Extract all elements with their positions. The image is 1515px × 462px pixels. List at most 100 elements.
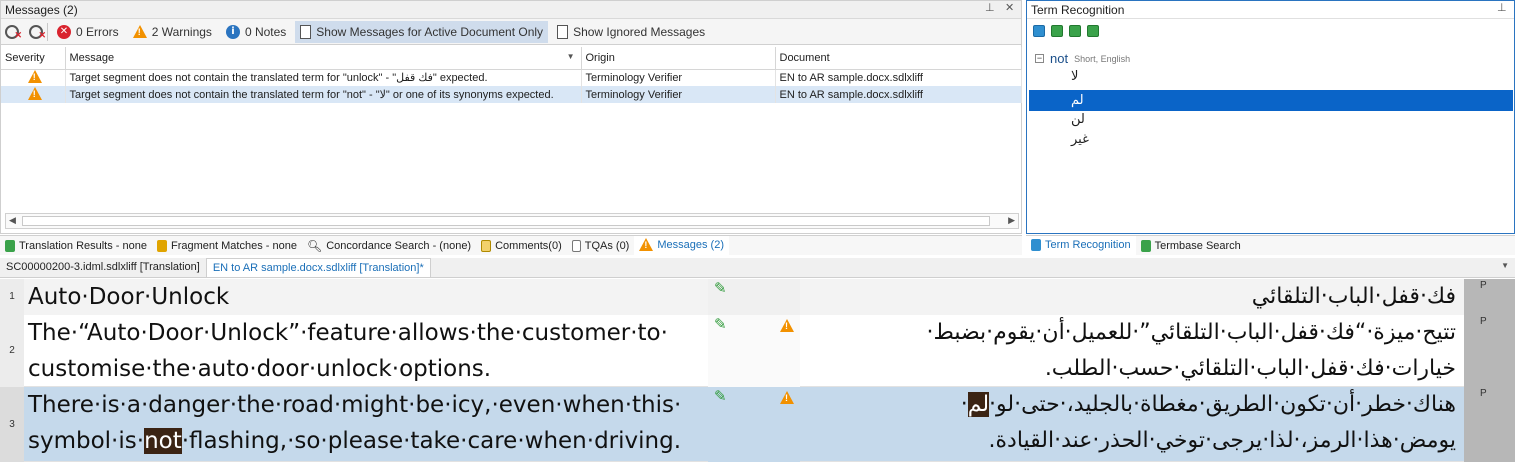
segment-row[interactable]: 2 The·“Auto·Door·Unlock”·feature·allows·… bbox=[0, 315, 1515, 387]
source-segment[interactable]: There·is·a·danger·the·road·might·be·icy,… bbox=[24, 387, 708, 462]
pencil-icon: ✎ bbox=[714, 387, 727, 405]
segment-lock-status: P bbox=[1464, 315, 1515, 387]
highlighted-term[interactable]: لم bbox=[967, 392, 990, 417]
highlighted-term[interactable]: not bbox=[144, 428, 182, 454]
origin-cell: Terminology Verifier bbox=[581, 69, 776, 86]
info-icon: i bbox=[225, 24, 240, 39]
source-segment[interactable]: Auto·Door·Unlock bbox=[24, 279, 708, 315]
term-entry[interactable]: − not Short, English bbox=[1035, 51, 1130, 66]
source-line: customise·the·auto·door·unlock·options. bbox=[28, 356, 492, 382]
column-header-severity[interactable]: Severity bbox=[1, 47, 66, 70]
results-tabbar: Translation Results - none Fragment Matc… bbox=[0, 235, 1022, 255]
table-row[interactable]: Target segment does not contain the tran… bbox=[1, 69, 1022, 86]
termbase-search-icon bbox=[1140, 239, 1151, 252]
column-header-document[interactable]: Document bbox=[775, 47, 1022, 70]
warnings-filter-button[interactable]: 2 Warnings bbox=[128, 21, 217, 43]
pin-icon[interactable]: ⊥ bbox=[1497, 1, 1507, 14]
notes-filter-button[interactable]: i 0 Notes bbox=[221, 21, 291, 43]
tab-label: Messages (2) bbox=[657, 238, 724, 251]
target-line: خيارات·فك·قفل·الباب·التلقائي·حسب·الطلب. bbox=[1044, 356, 1456, 381]
tab-term-recognition[interactable]: Term Recognition bbox=[1026, 236, 1136, 255]
ignored-messages-toggle[interactable]: Show Ignored Messages bbox=[552, 21, 710, 43]
active-document-toggle[interactable]: Show Messages for Active Document Only bbox=[295, 20, 549, 43]
add-term-icon[interactable] bbox=[1051, 25, 1063, 37]
target-text: هناك·خطر·أن·تكون·الطريق·مغطاة·بالجليد،·ح… bbox=[989, 392, 1456, 417]
scroll-right-icon[interactable]: ▶ bbox=[1008, 215, 1015, 226]
close-icon[interactable]: ✕ bbox=[1005, 1, 1014, 14]
term-translation-item-selected[interactable]: لم bbox=[1029, 90, 1513, 111]
chevron-down-icon[interactable]: ▼ bbox=[567, 52, 575, 61]
tab-translation-results[interactable]: Translation Results - none bbox=[0, 236, 152, 255]
column-header-message[interactable]: Message ▼ bbox=[65, 47, 582, 70]
segment-number: 2 bbox=[0, 315, 24, 387]
term-recognition-panel: Term Recognition ⊥ − not Short, English … bbox=[1026, 0, 1515, 234]
tab-fragment-matches[interactable]: Fragment Matches - none bbox=[152, 236, 302, 255]
editor-grid: 1 Auto·Door·Unlock ✎ فك·قفل·الباب·التلقا… bbox=[0, 279, 1515, 462]
warning-icon bbox=[27, 86, 42, 100]
term-meta: Short, English bbox=[1074, 53, 1131, 64]
target-text: · bbox=[960, 392, 968, 417]
table-header-row: Severity Message ▼ Origin Document bbox=[1, 47, 1022, 70]
segment-number: 3 bbox=[0, 387, 24, 462]
termbase-settings-icon[interactable] bbox=[1087, 25, 1099, 37]
pin-icon[interactable]: ⊥ bbox=[985, 1, 995, 14]
filter-clear-icon[interactable]: ✕ bbox=[29, 24, 46, 40]
chevron-down-icon[interactable]: ▼ bbox=[1501, 261, 1509, 270]
message-cell: Target segment does not contain the tran… bbox=[65, 86, 582, 103]
clear-messages-icon[interactable]: ✕ bbox=[5, 24, 22, 40]
message-cell: Target segment does not contain the tran… bbox=[65, 69, 582, 86]
warnings-label: 2 Warnings bbox=[151, 24, 212, 39]
term-translation-item[interactable]: لن bbox=[1071, 112, 1085, 132]
source-segment[interactable]: The·“Auto·Door·Unlock”·feature·allows·th… bbox=[24, 315, 708, 387]
warning-icon bbox=[639, 238, 654, 251]
tab-messages[interactable]: Messages (2) bbox=[634, 236, 729, 255]
tab-label: Term Recognition bbox=[1045, 238, 1131, 251]
segment-row[interactable]: 1 Auto·Door·Unlock ✎ فك·قفل·الباب·التلقا… bbox=[0, 279, 1515, 315]
severity-cell bbox=[1, 86, 66, 103]
table-row-selected[interactable]: Target segment does not contain the tran… bbox=[1, 86, 1022, 103]
document-icon bbox=[557, 24, 569, 39]
tab-comments[interactable]: Comments(0) bbox=[476, 236, 567, 255]
toolbar-separator bbox=[47, 22, 48, 41]
tab-tqas[interactable]: TQAs (0) bbox=[567, 236, 635, 255]
quick-add-term-icon[interactable] bbox=[1069, 25, 1081, 37]
warning-icon[interactable] bbox=[780, 319, 794, 332]
errors-filter-button[interactable]: ✕ 0 Errors bbox=[52, 21, 124, 43]
warning-icon bbox=[27, 69, 42, 83]
term-toolbar bbox=[1027, 19, 1514, 43]
collapse-icon[interactable]: − bbox=[1035, 54, 1044, 63]
termbase-view-icon[interactable] bbox=[1033, 25, 1045, 37]
tab-concordance-search[interactable]: 🔍︎ Concordance Search - (none) bbox=[302, 236, 476, 255]
target-segment[interactable]: تتيح·ميزة·“فك·قفل·الباب·التلقائي”·للعميل… bbox=[800, 315, 1464, 387]
target-segment[interactable]: فك·قفل·الباب·التلقائي bbox=[800, 279, 1464, 315]
scroll-left-icon[interactable]: ◀ bbox=[9, 215, 16, 226]
scrollbar-thumb[interactable] bbox=[22, 216, 990, 226]
segment-status-column: ✎ bbox=[708, 279, 800, 315]
origin-cell: Terminology Verifier bbox=[581, 86, 776, 103]
source-term: not bbox=[1050, 51, 1069, 66]
target-segment-active[interactable]: هناك·خطر·أن·تكون·الطريق·مغطاة·بالجليد،·ح… bbox=[800, 387, 1464, 462]
warning-icon[interactable] bbox=[780, 391, 794, 404]
notes-label: 0 Notes bbox=[244, 24, 287, 39]
ignored-messages-label: Show Ignored Messages bbox=[573, 24, 706, 39]
horizontal-scrollbar[interactable]: ◀ ▶ bbox=[5, 213, 1019, 229]
segment-lock-status: P bbox=[1464, 279, 1515, 315]
term-translation-item[interactable]: غير bbox=[1071, 132, 1089, 152]
tab-label: TQAs (0) bbox=[584, 239, 630, 252]
tab-termbase-search[interactable]: Termbase Search bbox=[1136, 236, 1246, 255]
term-translation-item[interactable]: لا bbox=[1071, 69, 1078, 89]
comments-icon bbox=[481, 239, 492, 252]
term-title-text: Term Recognition bbox=[1031, 3, 1125, 17]
segment-status-column: ✎ bbox=[708, 387, 800, 462]
doc-tab-idml[interactable]: SC00000200-3.idml.sdlxliff [Translation] bbox=[0, 258, 206, 277]
tab-label: Termbase Search bbox=[1154, 239, 1241, 252]
severity-cell bbox=[1, 69, 66, 86]
errors-label: 0 Errors bbox=[76, 24, 119, 39]
column-header-origin[interactable]: Origin bbox=[581, 47, 776, 70]
document-cell: EN to AR sample.docx.sdlxliff bbox=[775, 86, 1022, 103]
segment-row-active[interactable]: 3 There·is·a·danger·the·road·might·be·ic… bbox=[0, 387, 1515, 462]
messages-title-text: Messages (2) bbox=[5, 3, 78, 17]
messages-toolbar: ✕ ✕ ✕ 0 Errors 2 Warnings i 0 Notes Show M… bbox=[1, 19, 1021, 45]
pencil-icon: ✎ bbox=[714, 279, 727, 297]
doc-tab-active[interactable]: EN to AR sample.docx.sdlxliff [Translati… bbox=[205, 258, 431, 277]
